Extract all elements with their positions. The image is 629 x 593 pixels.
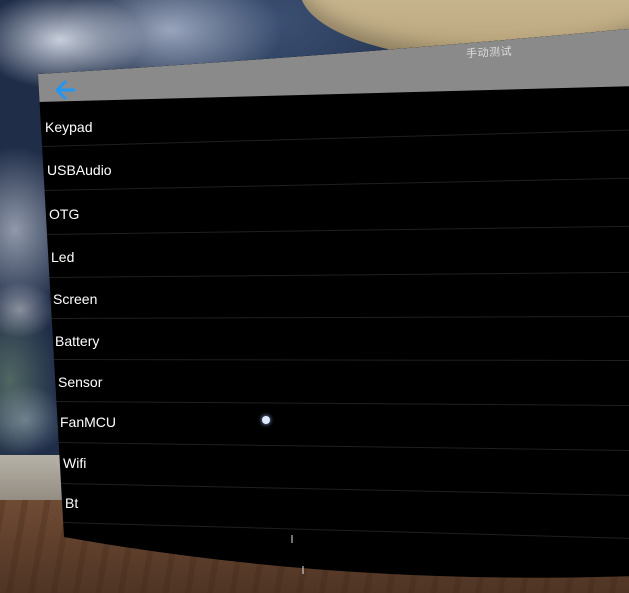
list-divider bbox=[55, 401, 629, 406]
page-title: 手动测试 bbox=[465, 44, 513, 61]
floor-marker bbox=[291, 535, 293, 543]
list-item-led[interactable]: Led bbox=[51, 246, 74, 268]
list-item-otg[interactable]: OTG bbox=[49, 203, 79, 225]
list-item-usbaudio[interactable]: USBAudio bbox=[47, 159, 112, 181]
list-divider bbox=[50, 316, 629, 319]
list-divider bbox=[44, 178, 629, 191]
list-divider bbox=[48, 272, 629, 278]
list-divider bbox=[42, 129, 629, 147]
vr-scene: 手动测试 Keypad USBAudio OTG Led Screen Batt… bbox=[0, 0, 629, 593]
list-divider bbox=[52, 359, 629, 361]
list-divider bbox=[60, 483, 629, 496]
list-item-sensor[interactable]: Sensor bbox=[58, 371, 102, 393]
list-item-battery[interactable]: Battery bbox=[55, 330, 99, 352]
list-item-wifi[interactable]: Wifi bbox=[63, 452, 86, 474]
gaze-cursor bbox=[262, 416, 270, 424]
list-divider bbox=[57, 442, 629, 451]
manual-test-panel: 手动测试 Keypad USBAudio OTG Led Screen Batt… bbox=[38, 16, 629, 584]
list-item-bt[interactable]: Bt bbox=[65, 492, 78, 514]
floor-marker bbox=[302, 566, 304, 574]
arrow-left-icon bbox=[52, 76, 82, 104]
list-item-screen[interactable]: Screen bbox=[53, 288, 97, 310]
back-button[interactable] bbox=[52, 76, 82, 104]
list-divider bbox=[46, 226, 629, 235]
list-item-keypad[interactable]: Keypad bbox=[45, 116, 92, 138]
list-item-fanmcu[interactable]: FanMCU bbox=[60, 411, 116, 433]
list-divider bbox=[62, 522, 629, 539]
